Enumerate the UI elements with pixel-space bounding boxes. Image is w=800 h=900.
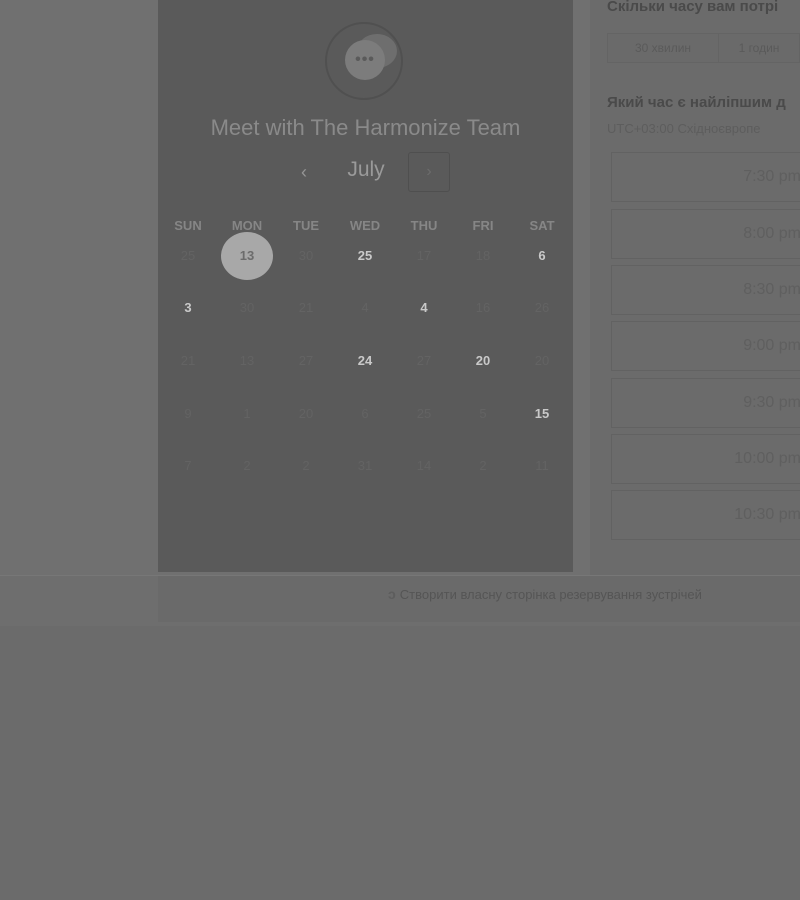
time-slot-label: 10:30 pm bbox=[734, 506, 800, 523]
calendar-day: 2 bbox=[479, 458, 487, 473]
time-question: Який час є найліпшим д bbox=[607, 94, 786, 111]
meeting-title: Meet with The Harmonize Team bbox=[210, 115, 521, 140]
weekday-tue: TUE bbox=[293, 218, 319, 233]
calendar-day: 4 bbox=[361, 300, 369, 315]
previous-month-button[interactable]: ‹ bbox=[294, 160, 314, 184]
calendar-day: 13 bbox=[239, 353, 255, 368]
calendar-day[interactable]: 4 bbox=[399, 293, 449, 323]
duration-selector: 30 хвилин 1 годин bbox=[607, 33, 800, 63]
calendar-day: 20 bbox=[298, 406, 314, 421]
time-slot-button[interactable]: 8:30 pm bbox=[611, 265, 800, 315]
time-slot-label: 7:30 pm bbox=[743, 168, 800, 185]
time-slot-button[interactable]: 10:00 pm bbox=[611, 434, 800, 484]
calendar-day: 31 bbox=[357, 458, 373, 473]
time-slot-button[interactable]: 8:00 pm bbox=[611, 209, 800, 259]
month-label: July bbox=[347, 158, 385, 181]
month-navigation: ‹ July › bbox=[158, 152, 573, 192]
calendar-day[interactable]: 6 bbox=[517, 241, 567, 271]
calendar-day: 2 bbox=[243, 458, 251, 473]
calendar-day: 9 bbox=[184, 406, 192, 421]
calendar-day[interactable]: 3 bbox=[163, 293, 213, 323]
weekday-mon: MON bbox=[231, 218, 263, 233]
chat-dots: ••• bbox=[355, 51, 375, 68]
calendar-day: 25 bbox=[180, 248, 196, 263]
calendar-day: 18 bbox=[475, 248, 491, 263]
hubspot-logo-icon: ɔ bbox=[388, 586, 396, 602]
calendar-day[interactable]: 25 bbox=[340, 241, 390, 271]
calendar-day: 27 bbox=[298, 353, 314, 368]
time-slot-button[interactable]: 7:30 pm bbox=[611, 152, 800, 202]
team-avatar: ••• bbox=[325, 22, 403, 100]
calendar-day: 16 bbox=[475, 300, 491, 315]
time-slot-button[interactable]: 9:00 pm bbox=[611, 321, 800, 371]
time-slot-label: 9:00 pm bbox=[743, 337, 800, 354]
time-slot-label: 9:30 pm bbox=[743, 394, 800, 411]
calendar-day: 25 bbox=[416, 406, 432, 421]
slot-list-fade bbox=[590, 540, 800, 575]
weekday-sat: SAT bbox=[529, 218, 555, 233]
chat-bubble-icon: ••• bbox=[345, 40, 385, 80]
calendar-day: 7 bbox=[184, 458, 192, 473]
calendar-day: 20 bbox=[534, 353, 550, 368]
weekday-sun: SUN bbox=[174, 218, 202, 233]
duration-question: Скільки часу вам потрі bbox=[607, 0, 779, 15]
calendar-day: 21 bbox=[180, 353, 196, 368]
calendar-day: 6 bbox=[361, 406, 369, 421]
time-slot-label: 8:00 pm bbox=[743, 225, 800, 242]
calendar-day[interactable]: 15 bbox=[517, 399, 567, 429]
calendar-day: 27 bbox=[416, 353, 432, 368]
selected-day[interactable]: 13 bbox=[221, 232, 273, 280]
timezone-selector[interactable]: UTC+03:00 Східноєвропе bbox=[607, 121, 761, 136]
time-slot-button[interactable]: 9:30 pm bbox=[611, 378, 800, 428]
create-booking-page-link[interactable]: ɔ Створити власну сторінка резервування … bbox=[388, 586, 702, 602]
calendar-day: 11 bbox=[535, 458, 549, 473]
calendar-day: 5 bbox=[479, 406, 487, 421]
weekday-thu: THU bbox=[410, 218, 438, 233]
weekday-wed: WED bbox=[349, 218, 381, 233]
calendar-day: 21 bbox=[298, 300, 314, 315]
time-slot-label: 10:00 pm bbox=[734, 450, 800, 467]
next-month-button[interactable]: › bbox=[408, 152, 450, 192]
time-slot-button[interactable]: 10:30 pm bbox=[611, 490, 800, 540]
footer-bar: ɔ Створити власну сторінка резервування … bbox=[0, 575, 800, 626]
calendar-day: 17 bbox=[416, 248, 432, 263]
calendar-day: 2 bbox=[302, 458, 310, 473]
duration-30-min-button[interactable]: 30 хвилин bbox=[608, 34, 719, 62]
weekday-fri: FRI bbox=[472, 218, 494, 233]
calendar-day: 26 bbox=[534, 300, 550, 315]
calendar-day[interactable]: 24 bbox=[340, 346, 390, 376]
duration-1-hour-button[interactable]: 1 годин bbox=[719, 34, 799, 62]
create-booking-page-text: Створити власну сторінка резервування зу… bbox=[399, 586, 702, 602]
calendar-day: 30 bbox=[298, 248, 314, 263]
calendar-day[interactable]: 20 bbox=[458, 346, 508, 376]
calendar-day: 30 bbox=[239, 300, 255, 315]
calendar-day: 1 bbox=[243, 406, 251, 421]
calendar-day: 14 bbox=[416, 458, 432, 473]
time-slot-label: 8:30 pm bbox=[743, 281, 800, 298]
